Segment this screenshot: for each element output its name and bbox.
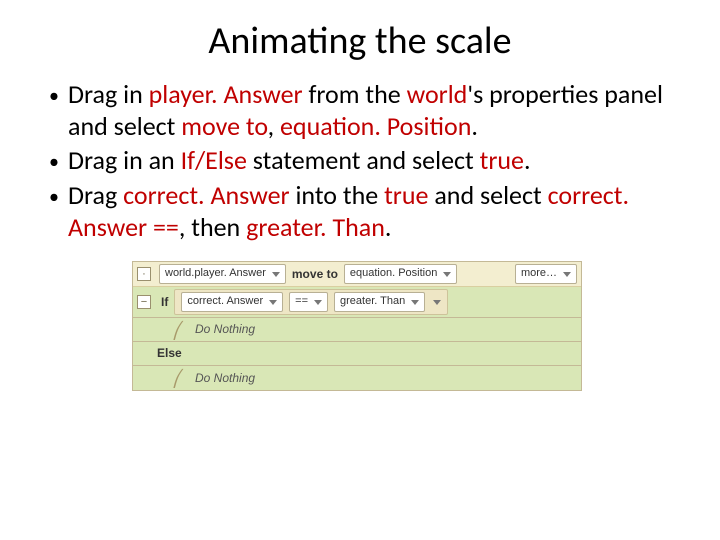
chip-label: equation. Position	[350, 267, 437, 281]
moveto-row[interactable]: · world.player. Answer move to equation.…	[133, 262, 581, 287]
text-red: player. Answer	[149, 78, 309, 110]
text: .	[385, 211, 392, 243]
text-red: equation. Position	[280, 110, 471, 142]
text-red: greater. Than	[246, 211, 385, 243]
bullet-text: Drag correct. Answer into the true and s…	[68, 179, 672, 243]
chevron-down-icon	[411, 300, 419, 305]
bullet-3: • Drag correct. Answer into the true and…	[40, 179, 672, 243]
text: , then	[179, 211, 246, 243]
text: Drag	[68, 179, 123, 211]
bullet-dot: •	[40, 179, 68, 243]
equals-chip[interactable]: ==	[289, 292, 328, 312]
text: from the	[308, 78, 406, 110]
else-keyword: Else	[155, 346, 184, 361]
else-row[interactable]: Else	[133, 342, 581, 366]
text: .	[471, 110, 478, 142]
chip-label: greater. Than	[340, 295, 405, 309]
chip-label: more…	[521, 267, 557, 281]
bullet-2: • Drag in an If/Else statement and selec…	[40, 144, 672, 176]
chevron-down-icon	[269, 300, 277, 305]
do-nothing-label: Do Nothing	[195, 322, 255, 337]
moveto-keyword: move to	[290, 267, 340, 282]
slide: Animating the scale • Drag in player. An…	[0, 0, 720, 540]
brace-icon: ⎛	[173, 327, 189, 337]
if-body-row[interactable]: ⎛ Do Nothing	[133, 318, 581, 342]
chip-label: world.player. Answer	[165, 267, 266, 281]
more-chip[interactable]: more…	[515, 264, 577, 284]
text: ,	[268, 110, 280, 142]
equation-position-chip[interactable]: equation. Position	[344, 264, 457, 284]
chip-label: correct. Answer	[187, 295, 263, 309]
text: into the	[295, 179, 384, 211]
slide-title: Animating the scale	[0, 0, 720, 78]
chevron-down-icon	[272, 272, 280, 277]
slide-body: • Drag in player. Answer from the world'…	[0, 78, 720, 391]
text-red: world	[407, 78, 468, 110]
chevron-down-icon	[443, 272, 451, 277]
bullet-dot: •	[40, 144, 68, 176]
chevron-down-icon	[563, 272, 571, 277]
text: Drag in an	[68, 144, 181, 176]
bullet-text: Drag in player. Answer from the world's …	[68, 78, 672, 142]
if-row[interactable]: − If correct. Answer == greater. Than	[133, 287, 581, 318]
if-keyword: If	[159, 295, 170, 310]
condition-container[interactable]: correct. Answer == greater. Than	[174, 289, 448, 315]
text: Drag in	[68, 78, 149, 110]
correct-answer-chip[interactable]: correct. Answer	[181, 292, 283, 312]
text: statement and select	[253, 144, 480, 176]
text-red: true	[480, 144, 524, 176]
chevron-down-icon	[314, 300, 322, 305]
do-nothing-label: Do Nothing	[195, 371, 255, 386]
alice-editor: · world.player. Answer move to equation.…	[132, 261, 582, 391]
player-answer-chip[interactable]: world.player. Answer	[159, 264, 286, 284]
text: .	[524, 144, 531, 176]
text-red: If/Else	[181, 144, 253, 176]
collapse-icon[interactable]: ·	[137, 267, 151, 281]
brace-icon: ⎛	[173, 375, 189, 385]
bullet-text: Drag in an If/Else statement and select …	[68, 144, 672, 176]
chevron-down-icon	[433, 300, 441, 305]
bullet-1: • Drag in player. Answer from the world'…	[40, 78, 672, 142]
collapse-icon[interactable]: −	[137, 295, 151, 309]
text-red: correct. Answer	[123, 179, 295, 211]
greater-than-chip[interactable]: greater. Than	[334, 292, 425, 312]
text: and select	[434, 179, 547, 211]
bullet-dot: •	[40, 78, 68, 142]
chip-label: ==	[295, 295, 308, 309]
text-red: true	[384, 179, 434, 211]
text-red: move to	[181, 110, 267, 142]
else-body-row[interactable]: ⎛ Do Nothing	[133, 366, 581, 390]
